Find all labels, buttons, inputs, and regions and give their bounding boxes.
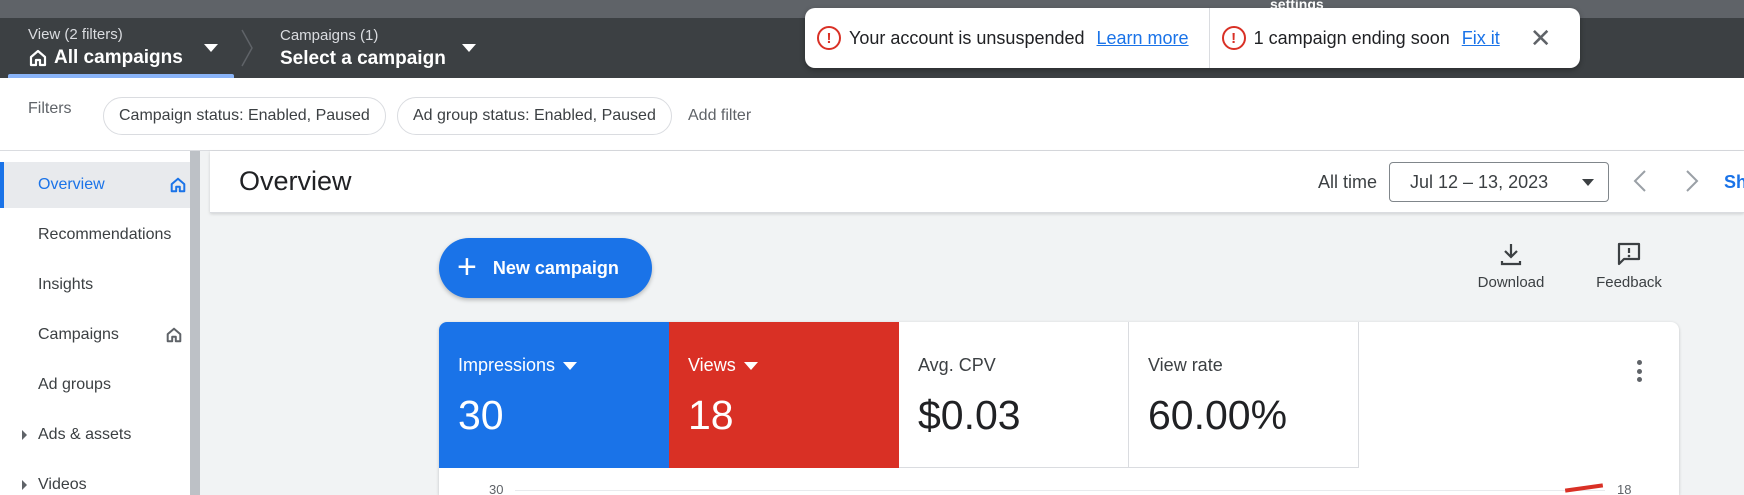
chart-gridline xyxy=(515,490,1605,491)
sidebar-item-videos[interactable]: Videos xyxy=(0,462,190,495)
sidebar-scrollbar[interactable] xyxy=(190,151,200,495)
campaign-selected-value: Select a campaign xyxy=(280,48,446,69)
feedback-button[interactable]: Feedback xyxy=(1584,240,1674,291)
metric-scorecards: Impressions 30 Views 18 Avg. CPV $0.03 V… xyxy=(439,322,1679,495)
chevron-down-icon xyxy=(1582,179,1594,186)
error-icon: ! xyxy=(817,26,841,50)
new-campaign-label: New campaign xyxy=(492,257,619,278)
plus-icon: + xyxy=(457,247,477,286)
learn-more-link[interactable]: Learn more xyxy=(1097,28,1189,49)
home-icon xyxy=(29,49,47,67)
chevron-right-icon xyxy=(241,29,253,67)
chevron-down-icon xyxy=(743,361,758,370)
error-icon: ! xyxy=(1221,26,1246,50)
cut-off-link[interactable]: Sh xyxy=(1724,172,1744,193)
filters-label: Filters xyxy=(28,100,72,117)
view-selector[interactable]: View (2 filters) All campaigns xyxy=(8,18,234,78)
home-icon xyxy=(166,327,182,343)
view-selected-value: All campaigns xyxy=(54,47,183,68)
campaign-selector[interactable]: Campaigns (1) Select a campaign xyxy=(280,18,476,78)
metric-value: 18 xyxy=(688,392,734,438)
sidebar-item-overview[interactable]: Overview xyxy=(0,162,190,208)
date-range-picker[interactable]: Jul 12 – 13, 2023 xyxy=(1389,162,1609,202)
sidebar-item-ads-assets[interactable]: Ads & assets xyxy=(0,412,190,458)
views-series-line xyxy=(1564,483,1604,493)
chart-left-axis-top-label: 30 xyxy=(489,482,504,495)
sidebar-item-label: Campaigns xyxy=(38,326,119,343)
add-filter-button[interactable]: Add filter xyxy=(688,107,751,125)
sidebar-item-campaigns[interactable]: Campaigns xyxy=(0,312,190,358)
filters-bar: Filters Campaign status: Enabled, Paused… xyxy=(0,78,1744,151)
metric-card-views[interactable]: Views 18 xyxy=(669,322,899,468)
chevron-left-icon[interactable] xyxy=(1628,168,1654,194)
more-options-icon[interactable] xyxy=(1629,356,1649,386)
overview-header: Overview All time Jul 12 – 13, 2023 Sh xyxy=(210,151,1744,213)
metric-value: 60.00% xyxy=(1148,392,1288,438)
close-icon[interactable]: ✕ xyxy=(1530,25,1552,51)
chevron-down-icon xyxy=(462,44,476,52)
campaigns-count-label: Campaigns (1) xyxy=(280,27,379,44)
fix-it-link[interactable]: Fix it xyxy=(1462,28,1500,49)
sidebar-item-insights[interactable]: Insights xyxy=(0,262,190,308)
metric-card-impressions[interactable]: Impressions 30 xyxy=(439,322,669,468)
download-button[interactable]: Download xyxy=(1466,240,1556,291)
campaign-ending-text: 1 campaign ending soon xyxy=(1253,27,1450,48)
sidebar-item-recommendations[interactable]: Recommendations xyxy=(0,212,190,258)
metric-name: Impressions xyxy=(458,355,556,375)
chart-right-axis-top-label: 18 xyxy=(1617,482,1632,495)
view-filters-label: View (2 filters) xyxy=(28,26,123,43)
notification-card: ! Your account is unsuspended Learn more… xyxy=(805,8,1580,68)
sidebar: Overview Recommendations Insights Campai… xyxy=(0,151,200,495)
metric-card-view-rate[interactable]: View rate 60.00% xyxy=(1129,322,1359,468)
sidebar-item-label: Ad groups xyxy=(38,376,111,393)
sidebar-item-label: Videos xyxy=(38,476,87,493)
page-title: Overview xyxy=(239,166,352,196)
new-campaign-button[interactable]: + New campaign xyxy=(439,238,652,298)
filter-chip-ad-group-status[interactable]: Ad group status: Enabled, Paused xyxy=(397,97,672,135)
metric-name: Views xyxy=(688,355,736,375)
sidebar-item-label: Insights xyxy=(38,276,94,293)
home-icon xyxy=(170,177,186,193)
chevron-down-icon xyxy=(204,44,218,52)
metric-card-avg-cpv[interactable]: Avg. CPV $0.03 xyxy=(899,322,1129,468)
metric-value: $0.03 xyxy=(918,392,1021,438)
sidebar-item-ad-groups[interactable]: Ad groups xyxy=(0,362,190,408)
filter-chip-campaign-status[interactable]: Campaign status: Enabled, Paused xyxy=(103,97,386,135)
date-range-label: All time xyxy=(1318,172,1378,192)
download-label: Download xyxy=(1477,274,1545,291)
metric-name: Avg. CPV xyxy=(918,355,996,375)
chevron-down-icon xyxy=(563,361,578,370)
chevron-right-icon[interactable] xyxy=(1678,168,1704,194)
metric-value: 30 xyxy=(458,392,504,438)
download-icon xyxy=(1500,244,1522,266)
account-unsuspended-text: Your account is unsuspended xyxy=(849,27,1085,48)
feedback-icon xyxy=(1617,242,1641,266)
date-range-value: Jul 12 – 13, 2023 xyxy=(1410,171,1549,192)
expand-arrow-icon xyxy=(22,480,27,490)
sidebar-item-label: Overview xyxy=(38,176,105,193)
metric-name: View rate xyxy=(1148,355,1223,375)
feedback-label: Feedback xyxy=(1596,274,1662,291)
sidebar-item-label: Recommendations xyxy=(38,226,172,243)
expand-arrow-icon xyxy=(22,430,27,440)
sidebar-item-label: Ads & assets xyxy=(38,426,132,443)
